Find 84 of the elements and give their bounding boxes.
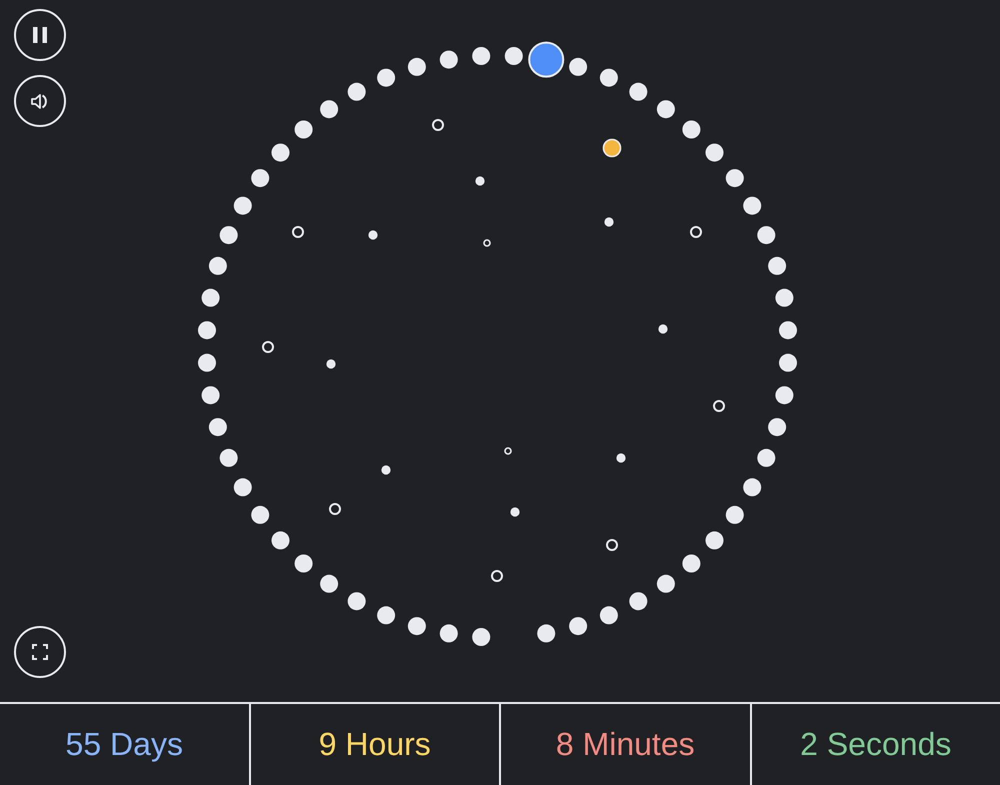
pause-icon [33,27,47,43]
dot [408,617,426,636]
speaker-icon [30,92,50,110]
dot [504,47,523,65]
dot [234,196,252,215]
dot [440,624,458,642]
dot [768,418,786,436]
dot [294,554,313,572]
volume-button[interactable] [14,75,66,127]
dot [706,531,724,550]
hollow-dot [292,226,304,238]
dot [348,592,366,610]
hollow-dot [606,539,618,551]
fullscreen-icon [32,644,48,660]
countdown-value: 55 Days [66,726,183,763]
dot [779,354,797,372]
dot [198,354,216,372]
dot [682,554,700,572]
small-dot [658,324,668,334]
dot [743,196,762,215]
fullscreen-button[interactable] [14,626,66,678]
countdown-value: 9 Hours [318,726,431,763]
dot [779,321,797,340]
dot [682,120,700,138]
dot [440,50,458,69]
hollow-dot [690,226,702,238]
dot [198,321,216,340]
dot [377,606,396,624]
hollow-dot [713,400,725,412]
dot [472,628,490,646]
small-dot [510,507,520,517]
dot [656,574,675,593]
dot [706,144,724,162]
dot [220,448,238,467]
dot [743,478,762,496]
dot [294,120,313,138]
dot [272,144,290,162]
dot [726,169,744,188]
dot [757,226,776,244]
dot [208,256,227,275]
hollow-dot [491,570,503,582]
dot [320,100,338,118]
small-dot [326,359,336,369]
hollow-dot [432,119,444,131]
small-dot [381,465,391,475]
dot [569,617,588,636]
dot [775,386,794,404]
dot [377,68,396,87]
small-dot [475,176,485,186]
hollow-dot [504,447,512,455]
countdown-value: 2 Seconds [800,726,952,763]
dot [208,418,227,436]
dot [656,100,675,118]
dot [251,506,270,524]
dot [768,256,786,275]
small-dot [604,217,614,227]
hollow-dot [262,341,274,353]
dot [234,478,252,496]
pause-button[interactable] [14,9,66,61]
dot [629,82,648,101]
dot [202,386,220,404]
dot [537,624,556,642]
dot [251,169,270,188]
hollow-dot [483,239,491,247]
dot [600,68,618,87]
small-dot [616,453,626,463]
dot [757,448,776,467]
countdown-value: 8 Minutes [556,726,695,763]
dot [272,531,290,550]
dot [600,606,618,624]
hollow-dot [329,503,341,515]
dot [472,47,490,65]
dot [775,288,794,307]
dot [726,506,744,524]
accent-dot [602,138,622,158]
large-dot [528,42,564,78]
dot [320,574,338,593]
dot [408,58,426,76]
dot [202,288,220,307]
dot [348,82,366,101]
dot [569,58,588,76]
dot [629,592,648,610]
small-dot [368,230,378,240]
dot [220,226,238,244]
